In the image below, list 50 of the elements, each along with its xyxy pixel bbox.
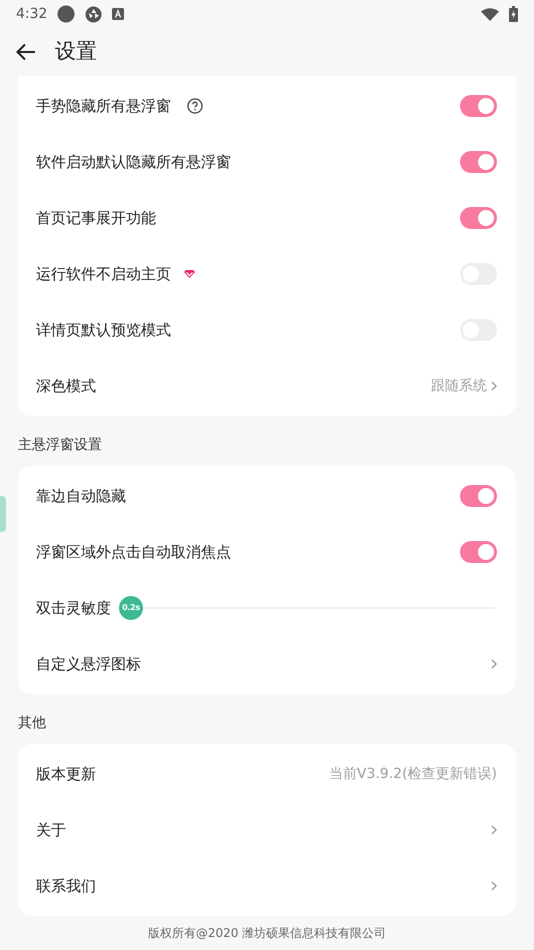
setting-row[interactable]: 手势隐藏所有悬浮窗 [18,78,516,134]
setting-row[interactable]: 软件启动默认隐藏所有悬浮窗 [18,134,516,190]
setting-label: 版本更新 [36,764,96,785]
chevron-right-icon [491,881,497,891]
setting-label: 详情页默认预览模式 [36,320,171,341]
setting-label: 首页记事展开功能 [36,208,156,229]
setting-label: 靠边自动隐藏 [36,486,126,507]
setting-label: 浮窗区域外点击自动取消焦点 [36,542,231,563]
setting-label: 深色模式 [36,376,96,397]
setting-label: 软件启动默认隐藏所有悬浮窗 [36,152,231,173]
page-title: 设置 [55,38,97,66]
copyright-text: 版权所有@2020 潍坊硕果信息科技有限公司 [148,925,386,942]
battery-charging-icon [509,6,518,22]
setting-row[interactable]: 靠边自动隐藏 [18,468,516,524]
help-icon[interactable] [187,98,203,114]
setting-label: 双击灵敏度 [36,598,111,619]
setting-row[interactable]: 首页记事展开功能 [18,190,516,246]
toggle-switch[interactable] [460,151,497,173]
setting-value: 跟随系统 [431,376,487,396]
setting-row[interactable]: 详情页默认预览模式 [18,302,516,358]
setting-row[interactable]: 版本更新 当前V3.9.2(检查更新错误) [18,746,516,802]
setting-row[interactable]: 运行软件不启动主页 [18,246,516,302]
setting-label: 自定义悬浮图标 [36,654,141,675]
aperture-icon [85,6,102,22]
toggle-switch[interactable] [460,541,497,563]
wifi-icon [481,8,499,20]
toggle-switch[interactable] [460,207,497,229]
letter-box-icon [112,8,124,20]
section-title: 主悬浮窗设置 [18,436,102,454]
setting-row[interactable]: 浮窗区域外点击自动取消焦点 [18,524,516,580]
setting-row[interactable]: 关于 [18,802,516,858]
diamond-icon [183,269,196,279]
chevron-right-icon [491,659,497,669]
circle-icon [57,5,76,23]
back-arrow-icon[interactable] [16,43,36,61]
setting-label: 运行软件不启动主页 [36,264,171,285]
setting-label: 联系我们 [36,876,96,897]
chevron-right-icon [491,825,497,835]
setting-row[interactable]: 深色模式 跟随系统 [18,358,516,414]
setting-label: 关于 [36,820,66,841]
toggle-switch[interactable] [460,485,497,507]
chevron-right-icon [491,381,497,391]
setting-row[interactable]: 自定义悬浮图标 [18,636,516,692]
edge-handle[interactable] [0,496,6,532]
status-time: 4:32 [16,4,48,24]
toggle-switch[interactable] [460,95,497,117]
section-title: 其他 [18,714,46,732]
setting-value: 当前V3.9.2(检查更新错误) [328,764,497,784]
setting-label: 手势隐藏所有悬浮窗 [36,96,171,117]
setting-row[interactable]: 联系我们 [18,858,516,914]
